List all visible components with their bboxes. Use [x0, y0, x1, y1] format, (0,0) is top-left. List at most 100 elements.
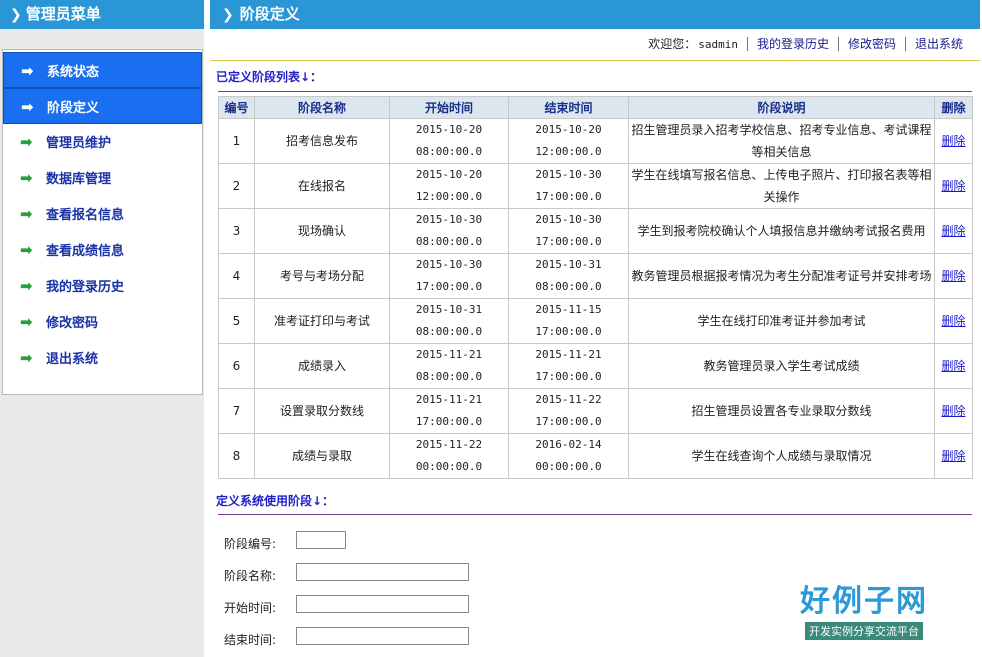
end-time: 2015-11-15 17:00:00.0: [508, 298, 629, 344]
change-password-link-wrap: 修改密码: [837, 37, 905, 51]
stage-list-heading: 已定义阶段列表↓：: [216, 70, 323, 84]
logout-link-wrap: 退出系统: [904, 37, 972, 51]
sidebar-item-login-history[interactable]: ➡ 我的登录历史: [3, 268, 202, 304]
stage-id: 4: [218, 253, 255, 299]
stage-description: 学生在线打印准考证并参加考试: [628, 298, 935, 344]
stage-id-input[interactable]: [296, 531, 346, 549]
start-clock: 17:00:00.0: [415, 415, 483, 428]
sidebar-title: ❯ 管理员菜单: [0, 0, 204, 29]
sidebar-item-change-password[interactable]: ➡ 修改密码: [3, 304, 202, 340]
start-clock: 08:00:00.0: [415, 370, 483, 383]
watermark-brand: 好例子网: [800, 584, 928, 619]
start-clock: 08:00:00.0: [415, 235, 483, 248]
chevron-right-icon: ❯: [10, 7, 22, 23]
login-history-link[interactable]: 我的登录历史: [757, 37, 829, 51]
arrow-right-icon: ➡: [20, 241, 33, 259]
stage-id: 5: [218, 298, 255, 344]
col-header-desc: 阶段说明: [628, 96, 935, 119]
delete-link[interactable]: 删除: [941, 449, 965, 463]
start-date: 2015-10-20: [415, 123, 483, 136]
table-row: 7 设置录取分数线 2015-11-21 17:00:00.0 2015-11-22 17…: [218, 388, 973, 434]
sidebar: ❯ 管理员菜单 ➡ 系统状态 ➡ 阶段定义 ➡ 管理员维护 ➡ 数据库管理 ➡ 查看报名信息…: [0, 0, 204, 657]
delete-link[interactable]: 删除: [941, 179, 965, 193]
end-time-label: 结束时间:: [224, 633, 277, 647]
sidebar-item-view-registration[interactable]: ➡ 查看报名信息: [3, 196, 202, 232]
table-header-row: 编号 阶段名称 开始时间 结束时间 阶段说明 删除: [218, 96, 973, 119]
stage-description: 招生管理员设置各专业录取分数线: [628, 388, 935, 434]
end-date: 2015-11-21: [535, 348, 602, 361]
sidebar-item-logout[interactable]: ➡ 退出系统: [3, 340, 202, 376]
arrow-right-icon: ➡: [21, 98, 34, 116]
logout-link[interactable]: 退出系统: [915, 37, 963, 51]
end-date: 2015-11-22: [535, 393, 602, 406]
start-date: 2015-11-21: [415, 393, 483, 406]
arrow-right-icon: ➡: [20, 169, 33, 187]
divider: [218, 514, 972, 515]
start-clock: 00:00:00.0: [415, 460, 483, 473]
delete-link[interactable]: 删除: [941, 359, 965, 373]
end-clock: 17:00:00.0: [535, 190, 602, 203]
stage-description: 招生管理员录入招考学校信息、招考专业信息、考试课程等相关信息: [628, 118, 935, 164]
stage-name: 设置录取分数线: [254, 388, 390, 434]
stage-name: 现场确认: [254, 208, 390, 254]
table-row: 5 准考证打印与考试 2015-10-31 08:00:00.0 2015-11-15 1…: [218, 298, 973, 344]
end-time: 2015-10-31 08:00:00.0: [508, 253, 629, 299]
stage-table: 编号 阶段名称 开始时间 结束时间 阶段说明 删除 1 招考信息发布 2015-10…: [218, 96, 973, 479]
sidebar-item-stage-definition[interactable]: ➡ 阶段定义: [3, 88, 202, 124]
end-clock: 00:00:00.0: [535, 460, 602, 473]
sidebar-item-database-management[interactable]: ➡ 数据库管理: [3, 160, 202, 196]
arrow-right-icon: ➡: [20, 277, 33, 295]
col-header-delete: 删除: [934, 96, 973, 119]
end-time: 2015-11-21 17:00:00.0: [508, 343, 629, 389]
delete-link[interactable]: 删除: [941, 269, 965, 283]
start-time: 2015-10-20 08:00:00.0: [389, 118, 509, 164]
delete-cell: 删除: [934, 253, 973, 299]
start-clock: 12:00:00.0: [415, 190, 483, 203]
stage-description: 教务管理员根据报考情况为考生分配准考证号并安排考场: [628, 253, 935, 299]
stage-name-input[interactable]: [296, 563, 469, 581]
start-date: 2015-11-21: [415, 348, 483, 361]
stage-name: 招考信息发布: [254, 118, 390, 164]
stage-id-label: 阶段编号:: [224, 537, 277, 551]
arrow-right-icon: ➡: [20, 349, 33, 367]
col-header-start: 开始时间: [389, 96, 509, 119]
main-panel: ❯ 阶段定义 欢迎您： sadmin 我的登录历史 修改密码 退出系统 已定义阶段列表↓：…: [210, 0, 982, 657]
welcome-text: 欢迎您： sadmin: [648, 37, 738, 51]
start-time: 2015-10-30 08:00:00.0: [389, 208, 509, 254]
start-clock: 08:00:00.0: [415, 145, 483, 158]
start-time: 2015-10-20 12:00:00.0: [389, 163, 509, 209]
stage-id: 6: [218, 343, 255, 389]
table-row: 8 成绩与录取 2015-11-22 00:00:00.0 2016-02-14 00:0…: [218, 433, 973, 479]
arrow-right-icon: ➡: [20, 313, 33, 331]
arrow-right-icon: ➡: [20, 205, 33, 223]
start-time: 2015-11-21 08:00:00.0: [389, 343, 509, 389]
delete-cell: 删除: [934, 118, 973, 164]
start-time-input[interactable]: [296, 595, 469, 613]
change-password-link[interactable]: 修改密码: [848, 37, 896, 51]
start-date: 2015-10-20: [415, 168, 483, 181]
end-time: 2015-10-30 17:00:00.0: [508, 163, 629, 209]
arrow-right-icon: ➡: [21, 62, 34, 80]
delete-link[interactable]: 删除: [941, 404, 965, 418]
delete-link[interactable]: 删除: [941, 224, 965, 238]
end-time-input[interactable]: [296, 627, 469, 645]
start-date: 2015-10-30: [415, 213, 483, 226]
login-history-link-wrap: 我的登录历史: [746, 37, 838, 51]
delete-link[interactable]: 删除: [941, 314, 965, 328]
sidebar-item-view-scores[interactable]: ➡ 查看成绩信息: [3, 232, 202, 268]
end-clock: 17:00:00.0: [535, 235, 602, 248]
start-date: 2015-10-30: [415, 258, 483, 271]
watermark-logo: 好例子网 开发实例分享交流平台: [784, 585, 944, 640]
delete-link[interactable]: 删除: [941, 134, 965, 148]
sidebar-item-admin-maintenance[interactable]: ➡ 管理员维护: [3, 124, 202, 160]
start-time: 2015-11-22 00:00:00.0: [389, 433, 509, 479]
divider: [218, 91, 972, 92]
start-date: 2015-11-22: [415, 438, 483, 451]
end-time: 2015-10-30 17:00:00.0: [508, 208, 629, 254]
start-time: 2015-10-31 08:00:00.0: [389, 298, 509, 344]
table-row: 3 现场确认 2015-10-30 08:00:00.0 2015-10-30 17:00…: [218, 208, 973, 254]
stage-id: 1: [218, 118, 255, 164]
sidebar-item-system-status[interactable]: ➡ 系统状态: [3, 52, 202, 88]
stage-id: 8: [218, 433, 255, 479]
end-date: 2015-10-31: [535, 258, 602, 271]
